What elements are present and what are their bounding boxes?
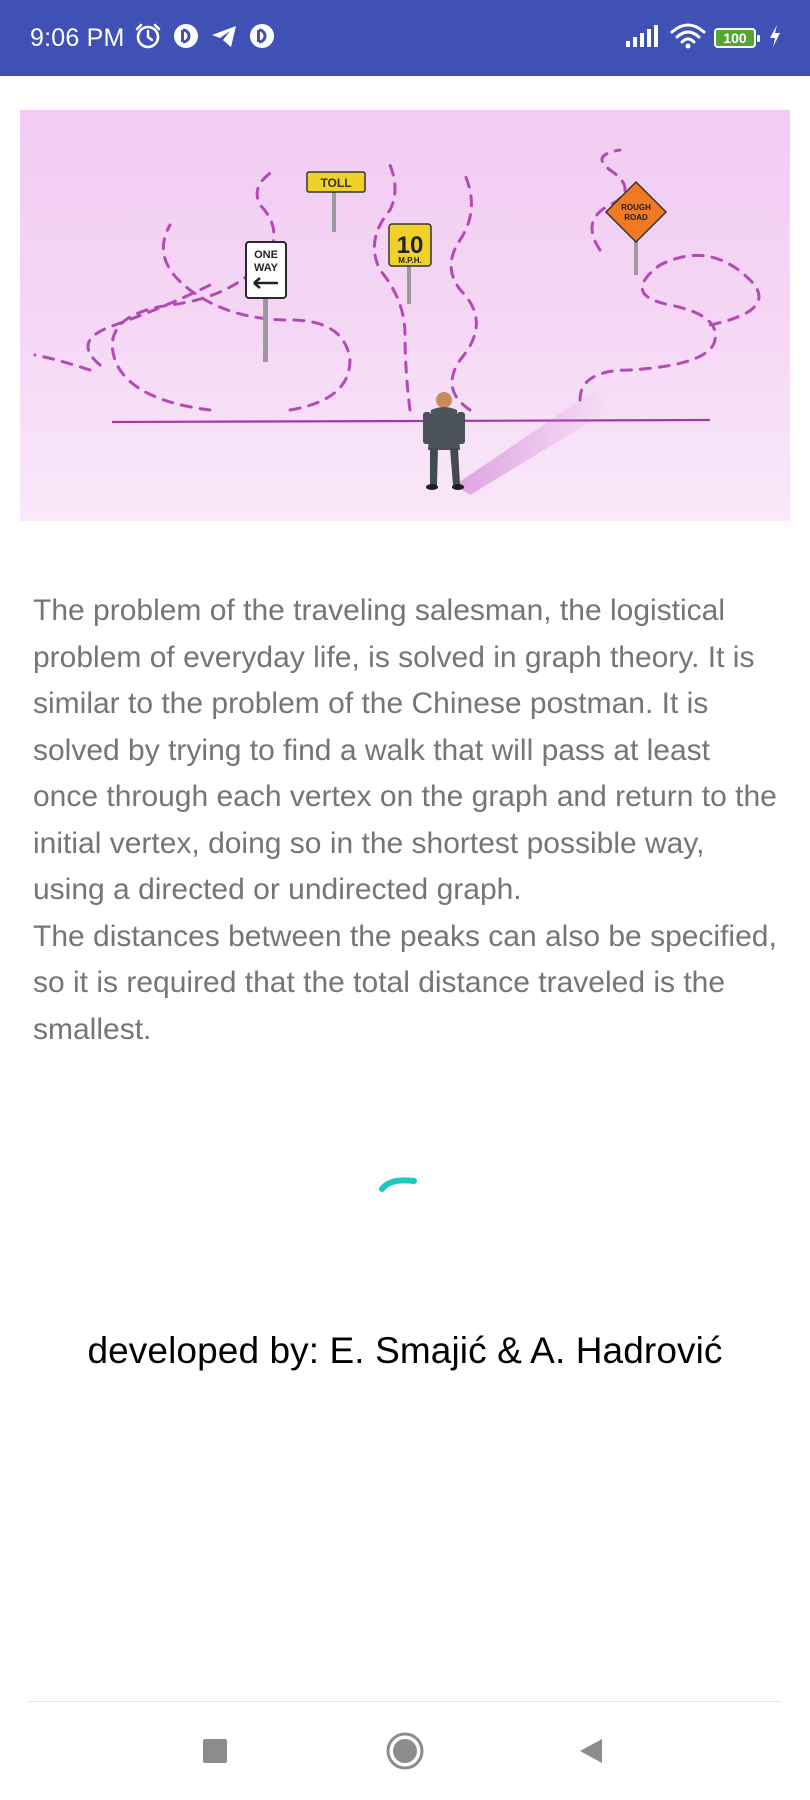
home-icon xyxy=(386,1732,424,1770)
recents-button[interactable] xyxy=(175,1702,255,1800)
back-button[interactable] xyxy=(551,1702,631,1800)
recents-icon xyxy=(203,1739,227,1763)
home-button[interactable] xyxy=(365,1702,445,1800)
speed-number: 10 xyxy=(397,232,424,259)
toll-sign-text: TOLL xyxy=(320,176,351,190)
hero-image: ONE WAY TOLL 10 M.P.H. ROUGH ROAD xyxy=(20,110,790,521)
loading-spinner xyxy=(376,1168,420,1212)
pocket-casts-icon xyxy=(172,22,200,55)
description-paragraph-1: The problem of the traveling salesman, t… xyxy=(33,594,777,906)
telegram-icon xyxy=(209,22,239,55)
speed-unit: M.P.H. xyxy=(398,256,421,265)
one-way-line2: WAY xyxy=(254,262,279,274)
notification-icons xyxy=(133,21,276,56)
battery-level: 100 xyxy=(723,30,747,46)
status-time: 9:06 PM xyxy=(30,23,125,52)
wifi-icon xyxy=(670,22,706,55)
one-way-line1: ONE xyxy=(254,249,278,261)
back-icon xyxy=(580,1739,602,1763)
credits-text: developed by: E. Smajić & A. Hadrović xyxy=(87,1330,723,1371)
charging-icon xyxy=(768,24,782,53)
battery-icon: 100 xyxy=(714,28,760,48)
rough-line2: ROAD xyxy=(624,213,648,222)
rough-line1: ROUGH xyxy=(621,203,651,212)
description-paragraph-2: The distances between the peaks can also… xyxy=(33,919,777,1046)
navigation-bar xyxy=(0,1702,810,1800)
description-text: The problem of the traveling salesman, t… xyxy=(33,588,778,1053)
pocket-casts-icon xyxy=(248,22,276,55)
signal-icon xyxy=(624,23,662,54)
alarm-icon xyxy=(133,21,163,56)
status-bar: 9:06 PM 100 xyxy=(0,0,810,76)
system-icons: 100 xyxy=(624,22,782,55)
